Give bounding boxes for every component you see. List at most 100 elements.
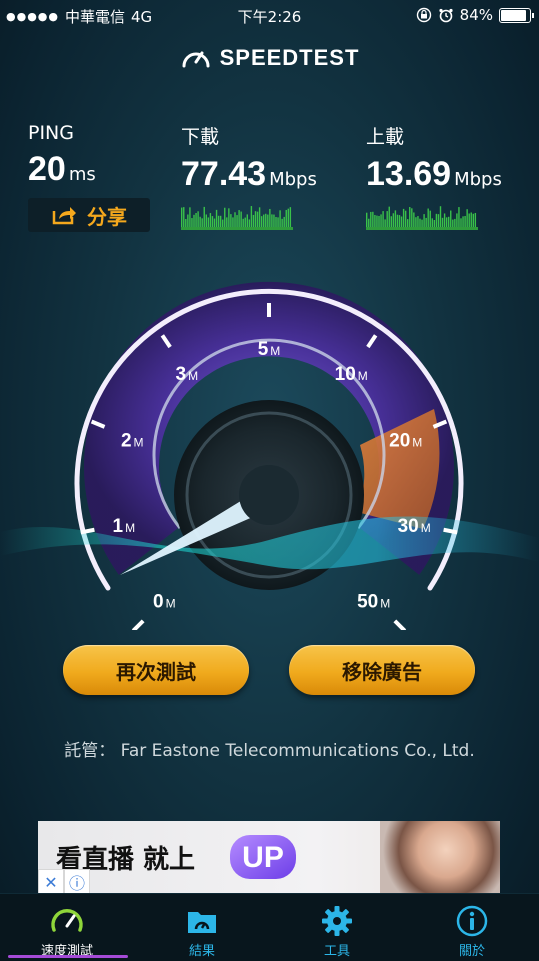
sparkline-bar: [468, 213, 470, 228]
sparkline-bar: [445, 217, 448, 228]
battery-percent: 84%: [459, 6, 493, 24]
status-bar-right: 84%: [416, 6, 534, 24]
sparkline-bar: [452, 219, 454, 228]
ad-controls: ✕ ⓘ: [38, 869, 90, 895]
sparkline-bar: [409, 206, 411, 228]
ad-up-logo: UP: [230, 835, 296, 879]
sparkline-bar: [267, 214, 269, 228]
sparkline-bar: [441, 217, 444, 228]
sparkline-bar: [260, 216, 263, 228]
tab-speed-test[interactable]: 速度測試: [0, 894, 134, 961]
ping-unit: ms: [68, 164, 96, 185]
gauge-tick: [131, 619, 145, 630]
gauge-tick: [393, 619, 407, 630]
sparkline-bar: [378, 215, 380, 228]
retest-button[interactable]: 再次測試: [63, 645, 249, 695]
sparkline-bar: [429, 210, 431, 228]
sparkline-bar: [219, 215, 222, 228]
sparkline-bar: [183, 207, 185, 228]
sparkline-bar: [392, 213, 395, 228]
download-unit: Mbps: [269, 169, 317, 190]
sparkline-bar: [236, 215, 238, 228]
sparkline-bar: [462, 216, 464, 228]
sparkline-bar: [244, 217, 246, 228]
upload-metric: 上載 13.69 Mbps: [366, 122, 502, 194]
sparkline-bar: [448, 216, 450, 228]
sparkline-bar: [265, 213, 267, 228]
sparkline-bar: [271, 214, 273, 228]
sparkline-bar: [398, 215, 401, 228]
remove-ads-button[interactable]: 移除廣告: [289, 645, 475, 695]
ad-info-button[interactable]: ⓘ: [64, 869, 90, 895]
sparkline-bar: [470, 212, 472, 228]
sparkline-bar: [217, 215, 220, 228]
alarm-icon: [439, 8, 453, 23]
sparkline-bar: [258, 207, 261, 228]
ad-photo: [380, 821, 500, 893]
share-label: 分享: [87, 204, 127, 229]
gauge-tick-label: 0M: [153, 592, 176, 613]
sparkline-bar: [228, 208, 230, 228]
gauge-tick-label: 50 M: [357, 592, 390, 613]
gauge-tick: [443, 527, 458, 535]
sparkline-bar: [400, 216, 403, 228]
sparkline-bar: [279, 210, 281, 228]
battery-icon: [499, 7, 534, 23]
sparkline-bar: [421, 219, 423, 228]
sparkline-bar: [193, 214, 195, 228]
sparkline-bar: [443, 213, 446, 228]
upload-unit: Mbps: [454, 169, 502, 190]
sparkline-bar: [382, 211, 384, 228]
ad-close-button[interactable]: ✕: [38, 869, 64, 895]
sparkline-bar: [425, 217, 427, 228]
ping-metric: PING 20 ms: [28, 122, 96, 189]
download-label: 下載: [181, 126, 220, 148]
sparkline-bar: [263, 214, 265, 228]
sparkline-bar: [185, 219, 187, 228]
sparkline-bar: [289, 207, 292, 228]
speedtest-logo-icon: [182, 51, 210, 68]
tab-about[interactable]: 關於: [405, 894, 539, 961]
sparkline-bar: [384, 219, 386, 228]
sparkline-bar: [380, 214, 382, 228]
sparkline-bar: [431, 218, 433, 228]
host-label: 託管：: [64, 741, 116, 761]
download-value-row: 77.43 Mbps: [181, 155, 317, 194]
sparkline-bar: [191, 218, 193, 228]
sparkline-bar: [209, 213, 212, 228]
sparkline-bar: [386, 211, 388, 228]
sparkline-bar: [372, 211, 374, 228]
sparkline-bar: [256, 211, 259, 228]
sparkline-bar: [285, 209, 287, 228]
sparkline-bar: [394, 210, 397, 228]
sparkline-bar: [423, 214, 425, 228]
sparkline-bar: [269, 208, 271, 228]
sparkline-bar: [287, 208, 289, 228]
status-bar: ●●●●● 中華電信 4G 下午2:26 84%: [0, 0, 539, 30]
sparkline-bar: [450, 210, 452, 228]
sparkline-bar: [388, 206, 390, 228]
tab-label: 關於: [458, 944, 485, 959]
sparkline-bar: [427, 208, 429, 228]
info-icon: [456, 905, 488, 937]
ping-value-row: 20 ms: [28, 150, 96, 189]
sparkline-bar: [254, 211, 257, 228]
sparkline-bar: [283, 216, 285, 228]
ad-banner[interactable]: 看直播 就上 UP: [38, 821, 500, 893]
sparkline-bar: [201, 218, 203, 228]
share-button[interactable]: 分享: [28, 198, 150, 232]
sparkline-bar: [474, 212, 477, 228]
sparkline-bar: [460, 218, 462, 228]
sparkline-bar: [374, 214, 376, 228]
sparkline-bar: [246, 214, 248, 228]
tab-tools[interactable]: 工具: [270, 894, 404, 961]
tab-results[interactable]: 結果: [135, 894, 269, 961]
sparkline-bar: [222, 219, 224, 228]
ad-logo-text: UP: [242, 841, 284, 874]
sparkline-bar: [390, 216, 392, 228]
sparkline-bar: [248, 219, 251, 228]
tab-bar: 速度測試 結果 工具 關於: [0, 893, 539, 961]
sparkline-bar: [368, 218, 370, 228]
sparkline-bar: [466, 209, 468, 228]
sparkline-bar: [454, 218, 456, 228]
